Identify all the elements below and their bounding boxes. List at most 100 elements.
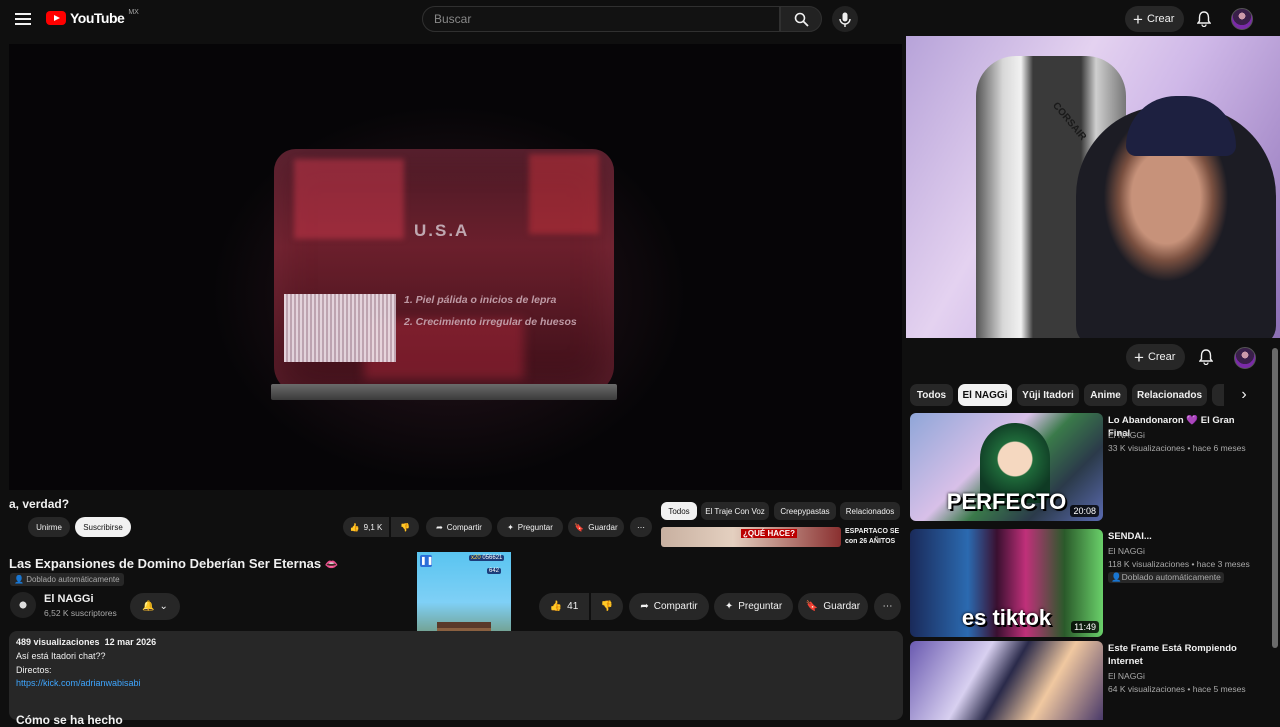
captured-chip-traje[interactable]: El Traje Con Voz (701, 502, 769, 520)
subscribed-bell-button[interactable]: 🔔 ⌄ (130, 593, 180, 620)
create-label: Crear (1147, 351, 1176, 363)
captured-like-count: 9,1 K (363, 522, 383, 532)
captured-save-button[interactable]: 🔖 Guardar (568, 517, 624, 537)
more-actions-button[interactable]: ⋯ (874, 593, 901, 620)
tv-list-line: 1. Piel pálida o inicios de lepra (404, 294, 557, 306)
dub-icon: 👤 (1111, 572, 1122, 582)
subscriber-count: 6,52 K suscriptores (44, 608, 117, 618)
related-title[interactable]: SENDAI... (1108, 530, 1258, 543)
chip-todos[interactable]: Todos (910, 384, 953, 406)
thumbs-up-icon: 👍 (349, 522, 360, 532)
channel-name[interactable]: El NAGGi (44, 593, 94, 605)
sparkle-icon: ✦ (507, 522, 514, 532)
captured-share-button[interactable]: ➦ Compartir (426, 517, 492, 537)
related-thumbnail[interactable]: PERFECTO 20:08 (910, 413, 1103, 521)
plus-icon: + (1133, 9, 1143, 29)
description-stats: 489 visualizaciones 12 mar 2026 (16, 637, 156, 647)
chevron-right-icon[interactable]: › (1234, 385, 1254, 405)
share-icon: ➦ (640, 601, 649, 612)
description-line: Directos: (16, 665, 52, 675)
captured-ask-button[interactable]: ✦ Preguntar (497, 517, 563, 537)
duration-badge: 11:49 (1071, 621, 1099, 633)
upload-date: 12 mar 2026 (104, 637, 157, 647)
description-line: Así está Itadori chat?? (16, 651, 106, 661)
like-button[interactable]: 👍 41 (539, 593, 589, 620)
search-input[interactable]: Buscar (422, 6, 780, 32)
streamer-cap (1126, 96, 1236, 156)
save-button[interactable]: 🔖 Guardar (798, 593, 868, 620)
menu-icon[interactable] (12, 8, 34, 30)
plus-icon: + (1134, 347, 1144, 367)
search-button[interactable] (780, 6, 822, 32)
related-channel[interactable]: El NAGGi (1108, 430, 1145, 440)
sidebar-create-button[interactable]: + Crear (1126, 344, 1186, 370)
captured-thumb-text: ¿QUÉ HACE? (741, 529, 797, 538)
chip-label: Yūji Itadori (1022, 389, 1074, 401)
lips-icon: 👄 (324, 559, 339, 571)
chip-overflow[interactable] (1212, 384, 1224, 406)
youtube-logo[interactable]: YouTube MX (46, 9, 139, 26)
description-link[interactable]: https://kick.com/adrianwabisabi (16, 678, 141, 688)
ask-label: Preguntar (738, 601, 783, 612)
view-count: 489 visualizaciones (16, 637, 100, 647)
notifications-icon[interactable] (1193, 8, 1215, 30)
chip-relacionados[interactable]: Relacionados (1132, 384, 1207, 406)
microphone-button[interactable] (832, 6, 858, 32)
scrollbar[interactable] (1272, 348, 1278, 648)
pause-icon[interactable]: ❚❚ (420, 555, 433, 567)
related-channel[interactable]: El NAGGi (1108, 546, 1145, 556)
logo-text: YouTube (70, 10, 125, 26)
dub-badge-text: Doblado automáticamente (26, 575, 120, 584)
duration-badge: 20:08 (1070, 505, 1099, 517)
captured-more-button[interactable]: ⋯ (630, 517, 652, 537)
captured-video-title: a, verdad? (9, 497, 70, 511)
score-value: 056621 (482, 555, 503, 561)
more-icon: ⋯ (882, 601, 893, 612)
chip-label: Anime (1090, 389, 1121, 401)
sidebar-account-avatar[interactable] (1234, 347, 1256, 369)
share-label: Compartir (653, 601, 698, 612)
captured-chip-todos[interactable]: Todos (661, 502, 697, 520)
share-button[interactable]: ➦ Compartir (629, 593, 709, 620)
coin-counter: x20 056621 (469, 555, 505, 561)
captured-chip-relacionados[interactable]: Relacionados (840, 502, 900, 520)
thumbs-down-icon: 👎 (600, 601, 614, 612)
related-title[interactable]: Este Frame Está Rompiendo Internet (1108, 642, 1258, 668)
search-icon (794, 12, 809, 27)
related-thumbnail[interactable] (910, 641, 1103, 720)
join-label: Unirme (36, 522, 62, 532)
captured-save-label: Guardar (588, 522, 618, 532)
chip-el-naggi[interactable]: El NAGGi (958, 384, 1012, 406)
chip-yuji-itadori[interactable]: Yūji Itadori (1017, 384, 1079, 406)
video-player[interactable]: U.S.A 1. Piel pálida o inicios de lepra … (9, 44, 902, 490)
chip-anime[interactable]: Anime (1084, 384, 1127, 406)
sidebar-notifications-icon[interactable] (1195, 346, 1217, 368)
captured-dislike-button[interactable]: 👎 (391, 517, 419, 537)
captured-ask-label: Preguntar (517, 522, 553, 532)
captured-chip-creepypastas[interactable]: Creepypastas (774, 502, 836, 520)
related-thumbnail[interactable]: es tiktok 11:49 (910, 529, 1103, 637)
captured-like-button[interactable]: 👍 9,1 K (343, 517, 389, 537)
tv-red-patch (294, 159, 404, 239)
channel-avatar[interactable] (10, 592, 36, 618)
join-button[interactable]: Unirme (28, 517, 70, 537)
related-channel[interactable]: El NAGGi (1108, 671, 1145, 681)
subscribe-label: Suscribirse (83, 522, 123, 532)
coins-value: x20 (471, 555, 481, 561)
ask-button[interactable]: ✦ Preguntar (714, 593, 793, 620)
chip-label: Relacionados (1136, 389, 1203, 401)
more-icon: ⋯ (637, 522, 645, 532)
captured-related-thumbnail[interactable]: ¿QUÉ HACE? (661, 527, 841, 547)
subscribe-button[interactable]: Suscribirse (75, 517, 131, 537)
bookmark-icon: 🔖 (805, 601, 819, 612)
tv-inner-screen (284, 294, 396, 362)
crt-tv: U.S.A 1. Piel pálida o inicios de lepra … (274, 149, 614, 394)
account-avatar[interactable] (1231, 8, 1253, 30)
dislike-button[interactable]: 👎 (591, 593, 623, 620)
description-box[interactable]: 489 visualizaciones 12 mar 2026 Así está… (9, 631, 903, 727)
share-icon: ➦ (436, 522, 443, 532)
chip-label: El NAGGi (962, 389, 1008, 401)
create-label: Crear (1146, 13, 1175, 25)
create-button[interactable]: + Crear (1125, 6, 1185, 32)
save-label: Guardar (823, 601, 861, 612)
